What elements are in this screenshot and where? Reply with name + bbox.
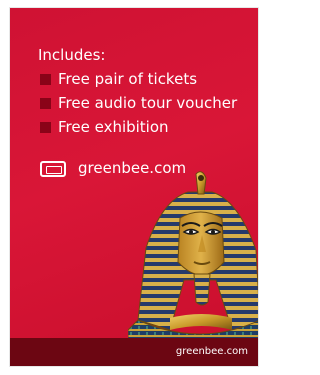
bullet-icon: [40, 98, 51, 109]
ticket-icon: [40, 161, 66, 177]
includes-title: Includes:: [38, 46, 106, 64]
tutankhamun-mask-image: [128, 171, 258, 353]
item-label: Free pair of tickets: [58, 70, 198, 88]
bullet-icon: [40, 74, 51, 85]
promo-card: Includes: Free pair of tickets Free audi…: [9, 7, 259, 367]
item-label: Free exhibition: [58, 118, 169, 136]
footer-bar: greenbee.com: [10, 338, 258, 366]
item-label: Free audio tour voucher: [58, 94, 238, 112]
footer-link[interactable]: greenbee.com: [176, 346, 248, 357]
bullet-icon: [40, 122, 51, 133]
